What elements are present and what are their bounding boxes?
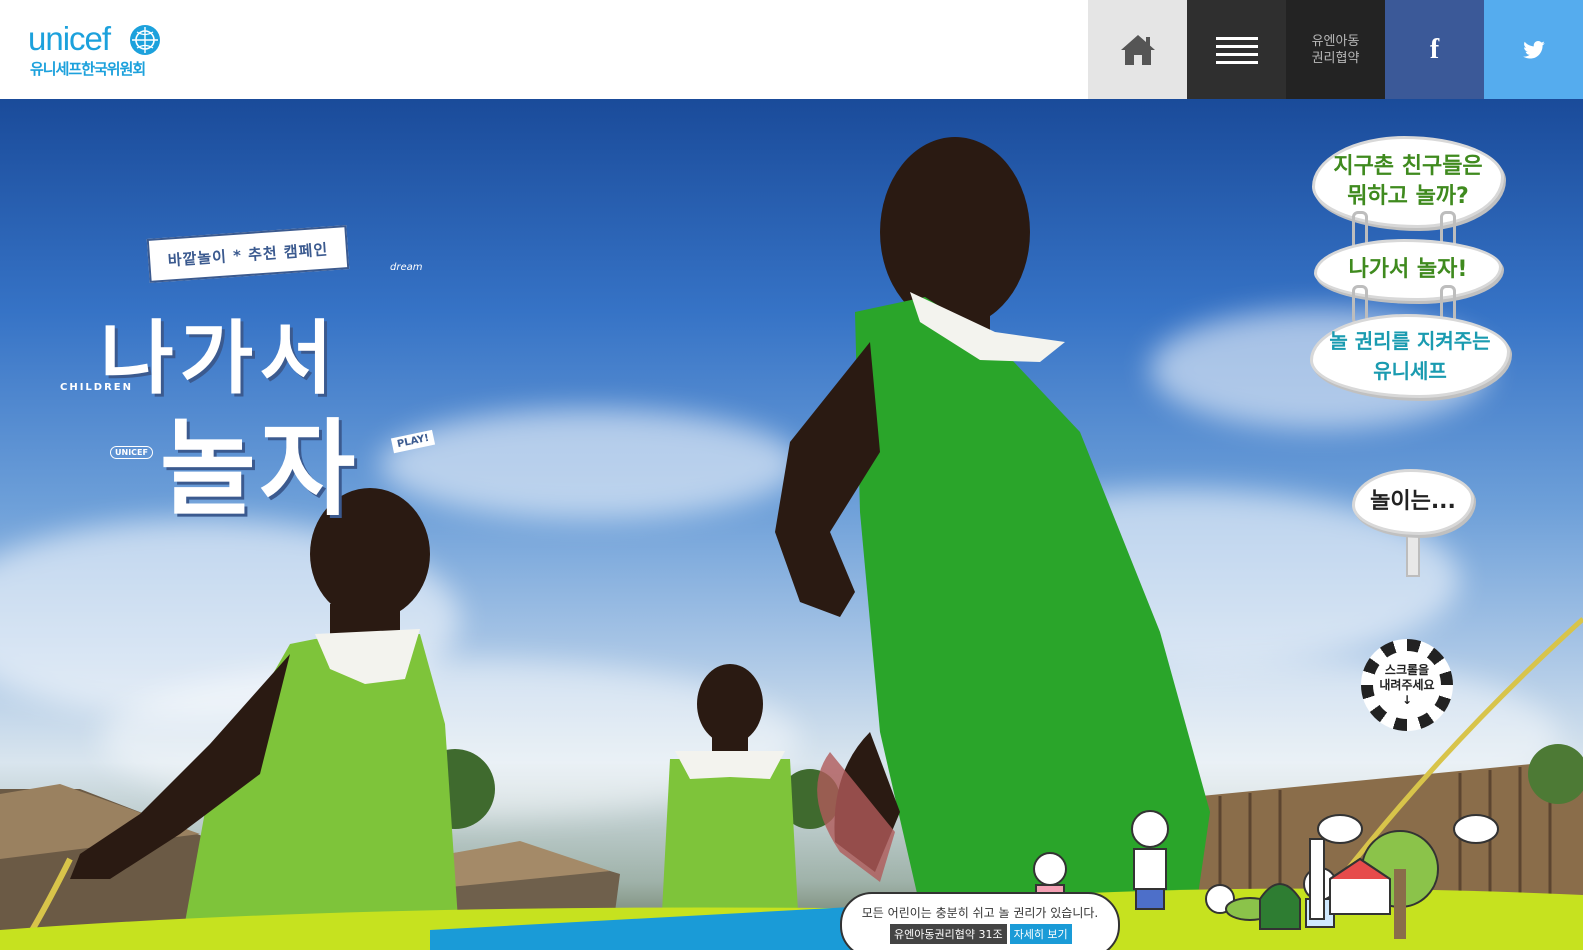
sign-rights-line2: 유니세프 (1373, 359, 1447, 383)
sign-play-is: 놀이는... (1352, 469, 1474, 535)
facebook-icon: f (1429, 33, 1440, 65)
rights-text: 모든 어린이는 충분히 쉬고 놀 권리가 있습니다. (861, 906, 1099, 920)
sign-friends-line2: 뭐하고 놀까? (1347, 184, 1469, 209)
sign-rights-line1: 놀 권리를 지켜주는 (1329, 329, 1491, 353)
crc-button[interactable]: 유엔아동 권리협약 (1286, 0, 1385, 99)
rights-links: 유엔아동권리협약 31조 자세히 보기 (890, 924, 1072, 944)
hamburger-menu-icon (1215, 36, 1258, 64)
sign-go-play-text: 나가서 놀자! (1348, 257, 1468, 282)
arrow-down-icon: ↓ (1401, 692, 1413, 707)
site-header: unicef 유니세프한국위원회 유엔아동 권리협약 f (0, 0, 1583, 99)
facebook-button[interactable]: f (1385, 0, 1484, 99)
campaign-banner-text: 바깥놀이 * 추천 캠페인 (167, 239, 329, 270)
crc-line2: 권리협약 (1311, 50, 1360, 66)
crc-article-label: 유엔아동권리협약 31조 (890, 924, 1007, 944)
unicef-globe-icon (130, 25, 160, 55)
sign-friends: 지구촌 친구들은 뭐하고 놀까? (1312, 136, 1504, 228)
title-line2: 놀자 (160, 408, 360, 530)
logo-korean-name: 유니세프한국위원회 (30, 60, 146, 78)
menu-button[interactable] (1187, 0, 1286, 99)
campaign-title-art: CHILDREN UNICEF dream PLAY! 나가서 놀자 (32, 234, 472, 554)
scroll-down-label: 스크롤을 내려주세요 ↓ (1373, 651, 1441, 719)
scroll-line1: 스크롤을 (1384, 662, 1430, 677)
crc-line1: 유엔아동 (1311, 33, 1360, 49)
home-button[interactable] (1088, 0, 1187, 99)
top-nav: 유엔아동 권리협약 f (1088, 0, 1583, 99)
sign-friends-text: 지구촌 친구들은 뭐하고 놀까? (1333, 152, 1482, 212)
hero-photo: CHILDREN UNICEF dream PLAY! 나가서 놀자 바깥놀이 … (0, 99, 1583, 950)
scroll-line2: 내려주세요 (1379, 677, 1435, 692)
sign-rights: 놀 권리를 지켜주는 유니세프 (1310, 314, 1510, 398)
more-details-link[interactable]: 자세히 보기 (1009, 924, 1072, 944)
sign-friends-line1: 지구촌 친구들은 (1333, 154, 1483, 179)
home-icon (1120, 34, 1155, 65)
twitter-bird-icon (1522, 40, 1545, 59)
sign-play-is-text: 놀이는... (1370, 489, 1456, 514)
deco-dream: dream (390, 262, 423, 273)
deco-play: PLAY! (390, 429, 436, 454)
logo-wordmark: unicef (28, 20, 111, 57)
sign-go-play: 나가서 놀자! (1314, 239, 1502, 301)
deco-unicef: UNICEF (110, 446, 153, 459)
unicef-logo[interactable]: unicef 유니세프한국위원회 (28, 20, 178, 80)
scroll-down-button[interactable]: 스크롤을 내려주세요 ↓ (1361, 639, 1453, 731)
twitter-button[interactable] (1484, 0, 1583, 99)
rights-speech-bubble: 모든 어린이는 충분히 쉬고 놀 권리가 있습니다. 유엔아동권리협약 31조 … (840, 892, 1120, 950)
